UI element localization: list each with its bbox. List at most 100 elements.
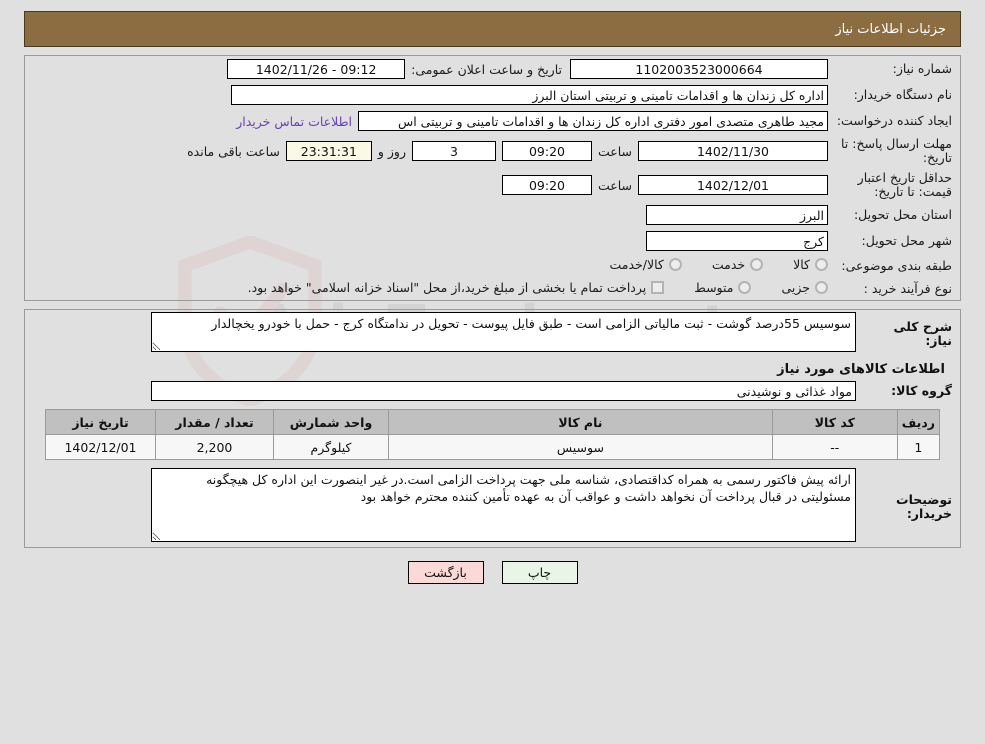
col-goods-name: نام کالا [388,409,773,435]
row-price-validity: حداقل تاریخ اعتبار قیمت: تا تاریخ: ساعت [25,168,960,202]
row-province: استان محل تحویل: [25,202,960,228]
goods-group-cell [25,379,860,403]
buyer-notes-form: توضیحات خریدار: ارائه پیش فاکتور رسمی به… [25,466,960,547]
need-number-cell [566,56,832,82]
need-info-panel: شماره نیاز: تاریخ و ساعت اعلان عمومی: نا… [24,55,961,301]
category-option-goods-service[interactable]: کالا/خدمت [610,257,682,272]
col-row-number: ردیف [896,409,941,435]
countdown-timer-input[interactable] [285,141,372,161]
treasury-bond-label: پرداخت تمام یا بخشی از مبلغ خرید،از محل … [247,280,647,295]
cell-goods-name: سوسیس [388,434,773,460]
page-header: جزئیات اطلاعات نیاز [24,11,961,47]
cell-goods-code: -- [771,434,898,460]
table-row: 1 -- سوسیس کیلوگرم 2,200 1402/12/01 [45,434,941,460]
validity-date-input[interactable] [638,175,828,195]
goods-group-label: گروه کالا: [891,383,952,398]
deadline-date-input[interactable] [638,141,828,161]
process-option-minor-label: جزیی [781,280,810,295]
col-quantity: تعداد / مقدار [155,409,274,435]
deadline-cell: ساعت روز و ساعت باقی مانده [25,134,832,168]
col-goods-code: کد کالا [771,409,898,435]
province-cell [25,202,832,228]
buyer-org-cell [25,82,832,108]
remaining-days-input[interactable] [411,141,496,161]
goods-group-form: گروه کالا: [25,379,960,403]
process-label: نوع فرآیند خرید : [863,280,952,296]
announcement-label: تاریخ و ساعت اعلان عمومی: [411,61,562,77]
goods-header-row: ردیف کد کالا نام کالا واحد شمارش تعداد /… [45,409,941,435]
goods-table-head: ردیف کد کالا نام کالا واحد شمارش تعداد /… [45,409,941,435]
goods-section-title: اطلاعات کالاهای مورد نیاز [777,362,945,377]
row-deadline: مهلت ارسال پاسخ: تا تاریخ: ساعت روز و سا… [25,134,960,168]
province-label: استان محل تحویل: [853,207,952,222]
description-label: شرح کلی نیاز: [893,318,952,348]
process-option-medium-label: متوسط [694,280,734,295]
cell-need-date: 1402/12/01 [45,434,156,460]
radio-icon[interactable] [750,258,764,271]
row-buyer-notes: توضیحات خریدار: ارائه پیش فاکتور رسمی به… [25,466,960,547]
cell-row-number: 1 [896,434,941,460]
province-input[interactable] [646,205,828,225]
city-input[interactable] [646,231,828,251]
cell-unit: کیلوگرم [273,434,389,460]
checkbox-icon[interactable] [651,281,665,294]
description-cell: سوسیس 55درصد گوشت - ثبت مالیاتی الزامی ا… [25,310,860,357]
goods-table: ردیف کد کالا نام کالا واحد شمارش تعداد /… [45,409,941,460]
remaining-hours-label: ساعت باقی مانده [187,143,280,159]
process-option-medium[interactable]: متوسط [694,280,752,295]
return-button[interactable]: بازگشت [407,561,484,584]
process-option-minor[interactable]: جزیی [781,280,828,295]
col-need-date: تاریخ نیاز [45,409,156,435]
city-cell [25,228,832,254]
category-option-service-label: خدمت [711,257,746,272]
creator-cell: اطلاعات تماس خریدار [25,108,832,134]
validity-cell: ساعت [25,168,832,202]
buyer-contact-link[interactable]: اطلاعات تماس خریدار [236,114,352,129]
city-label: شهر محل تحویل: [861,233,952,248]
buyer-notes-label: توضیحات خریدار: [896,491,952,521]
radio-icon[interactable] [815,281,828,294]
category-cell: کالا خدمت کالا/خدمت [25,254,832,277]
category-option-goods-service-label: کالا/خدمت [609,257,664,272]
creator-label: ایجاد کننده درخواست: [836,113,952,128]
treasury-bond-checkbox[interactable]: پرداخت تمام یا بخشی از مبلغ خرید،از محل … [248,280,665,295]
row-process: نوع فرآیند خرید : جزیی متوسط پرداخت تمام… [25,277,960,300]
goods-panel: شرح کلی نیاز: سوسیس 55درصد گوشت - ثبت ما… [24,309,961,548]
radio-icon[interactable] [668,258,682,271]
row-creator: ایجاد کننده درخواست: اطلاعات تماس خریدار [25,108,960,134]
description-form: شرح کلی نیاز: سوسیس 55درصد گوشت - ثبت ما… [25,310,960,357]
creator-input[interactable] [358,111,828,131]
description-textarea[interactable]: سوسیس 55درصد گوشت - ثبت مالیاتی الزامی ا… [151,312,856,352]
category-option-goods[interactable]: کالا [793,257,828,272]
announcement-cell: تاریخ و ساعت اعلان عمومی: [25,56,566,82]
category-option-goods-label: کالا [793,257,810,272]
print-button[interactable]: چاپ [501,561,578,584]
cell-quantity: 2,200 [155,434,274,460]
validity-label: حداقل تاریخ اعتبار قیمت: تا تاریخ: [857,170,952,199]
need-info-form: شماره نیاز: تاریخ و ساعت اعلان عمومی: نا… [25,56,960,300]
radio-icon[interactable] [815,258,828,271]
validity-hour-label: ساعت [597,177,632,193]
goods-group-input[interactable] [151,381,856,401]
deadline-label: مهلت ارسال پاسخ: تا تاریخ: [841,136,952,165]
need-number-input[interactable] [570,59,828,79]
validity-time-input[interactable] [501,175,592,195]
row-goods-group: گروه کالا: [25,379,960,403]
buyer-org-label: نام دستگاه خریدار: [853,87,952,102]
announcement-datetime-input[interactable] [227,59,406,79]
page-title: جزئیات اطلاعات نیاز [835,21,946,37]
category-label: طبقه بندی موضوعی: [841,257,952,273]
col-unit: واحد شمارش [273,409,389,435]
deadline-time-input[interactable] [501,141,592,161]
category-option-service[interactable]: خدمت [711,257,764,272]
radio-icon[interactable] [738,281,752,294]
row-description: شرح کلی نیاز: سوسیس 55درصد گوشت - ثبت ما… [25,310,960,357]
buyer-notes-cell: ارائه پیش فاکتور رسمی به همراه کداقتصادی… [25,466,860,547]
row-city: شهر محل تحویل: [25,228,960,254]
goods-table-body: 1 -- سوسیس کیلوگرم 2,200 1402/12/01 [45,434,941,460]
buyer-notes-textarea[interactable]: ارائه پیش فاکتور رسمی به همراه کداقتصادی… [151,468,856,542]
row-category: طبقه بندی موضوعی: کالا خدمت کالا/خدمت [25,254,960,277]
need-number-label: شماره نیاز: [892,61,952,76]
buyer-org-input[interactable] [231,85,828,105]
days-label: روز و [377,143,406,159]
